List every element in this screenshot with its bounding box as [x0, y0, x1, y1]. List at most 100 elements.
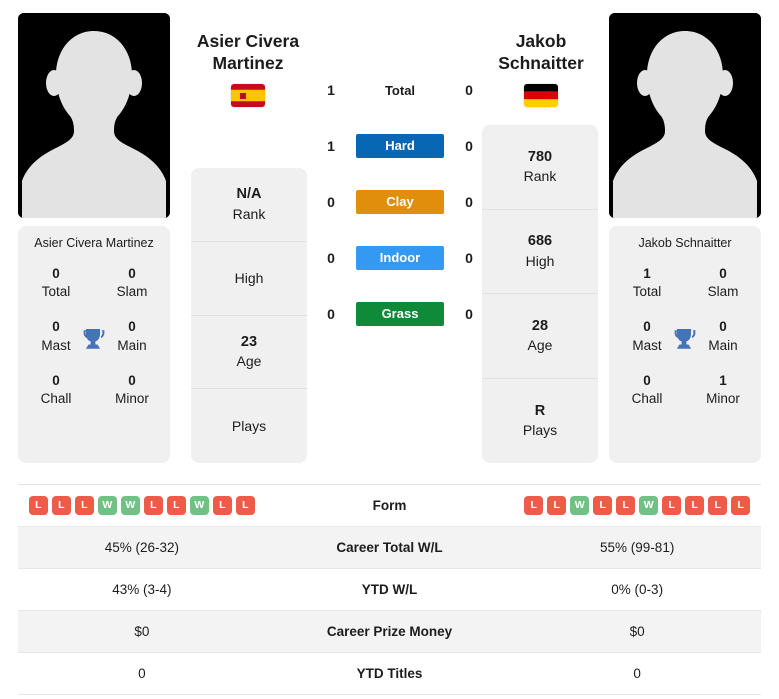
- player-name-right[interactable]: Jakob Schnaitter: [461, 30, 621, 107]
- player-name-left-line1: Asier Civera: [196, 31, 300, 51]
- title-label: Total: [41, 284, 71, 300]
- form-badge-loss[interactable]: L: [593, 496, 613, 515]
- form-badge-loss[interactable]: L: [28, 496, 48, 515]
- info-key: Age: [236, 353, 262, 370]
- player-name-left-line2: Martinez: [212, 53, 284, 74]
- titles-grid-right: 1 Total 0 Slam 0 Mast 0 Main 0 Chall 1 M…: [609, 265, 761, 408]
- table-row-career-total-wl: 45% (26-32) Career Total W/L 55% (99-81): [18, 527, 761, 569]
- player-name-left[interactable]: Asier Civera Martinez: [168, 30, 328, 107]
- info-cell-plays: R Plays: [482, 379, 598, 464]
- table-row-label: Career Total W/L: [336, 540, 443, 555]
- form-badge-loss[interactable]: L: [547, 496, 567, 515]
- form-badge-loss[interactable]: L: [731, 496, 751, 515]
- form-badge-win[interactable]: W: [189, 496, 209, 515]
- table-row-ytd-wl: 43% (3-4) YTD W/L 0% (0-3): [18, 569, 761, 611]
- form-badge-loss[interactable]: L: [616, 496, 636, 515]
- info-key: Rank: [232, 205, 266, 222]
- form-badge-loss[interactable]: L: [143, 496, 163, 515]
- title-value: 0: [719, 266, 727, 281]
- info-value: R: [534, 402, 546, 419]
- form-badge-loss[interactable]: L: [51, 496, 71, 515]
- title-cell-minor: 1 Minor: [685, 372, 761, 408]
- title-label: Slam: [707, 284, 739, 300]
- title-label: Minor: [115, 391, 149, 407]
- h2h-row-hard: 1 Hard 0: [320, 118, 480, 174]
- form-badge-loss[interactable]: L: [212, 496, 232, 515]
- player-card-name-left: Asier Civera Martinez: [34, 236, 154, 250]
- info-value: 686: [527, 233, 553, 250]
- info-key: Age: [527, 337, 553, 354]
- form-badge-win[interactable]: W: [570, 496, 590, 515]
- surface-badge-indoor[interactable]: Indoor: [356, 246, 444, 270]
- table-row-form: LLLWWLLWLL Form LLWLLWLLLL: [18, 485, 761, 527]
- surface-badge-grass[interactable]: Grass: [356, 302, 444, 326]
- title-value: 0: [128, 372, 136, 388]
- form-left: LLLWWLLWLL: [18, 496, 266, 515]
- info-cell-high: 686 High: [482, 210, 598, 294]
- title-label: Minor: [706, 391, 740, 407]
- title-label: Slam: [116, 284, 148, 300]
- table-cell-left: 0: [138, 666, 146, 681]
- titles-grid-left: 0 Total 0 Slam 0 Mast 0 Main 0 Chall 0 M…: [18, 265, 170, 408]
- h2h-right-score: 0: [465, 194, 473, 210]
- trophy-icon: [672, 326, 698, 352]
- title-label: Chall: [631, 391, 663, 407]
- info-cell-age: 28 Age: [482, 294, 598, 379]
- form-badge-win[interactable]: W: [97, 496, 117, 515]
- player-info-card-right: 780 Rank 686 High 28 Age R Plays: [482, 125, 598, 463]
- form-badge-loss[interactable]: L: [685, 496, 705, 515]
- trophy-icon: [81, 326, 107, 352]
- h2h-right-score: 0: [465, 306, 473, 322]
- info-value: 23: [240, 333, 258, 350]
- info-key: Plays: [231, 417, 267, 434]
- table-row-career-prize-money: $0 Career Prize Money $0: [18, 611, 761, 653]
- form-badge-loss[interactable]: L: [235, 496, 255, 515]
- form-badge-win[interactable]: W: [120, 496, 140, 515]
- player-titles-card-left: Asier Civera Martinez 0 Total 0 Slam 0 M…: [18, 226, 170, 463]
- form-badge-loss[interactable]: L: [74, 496, 94, 515]
- table-cell-right: 0: [633, 666, 641, 681]
- h2h-left-score: 0: [327, 306, 335, 322]
- h2h-right-score: 0: [465, 138, 473, 154]
- title-value: 1: [643, 266, 651, 281]
- info-key: High: [525, 252, 555, 269]
- form-right: LLWLLWLLLL: [513, 496, 761, 515]
- h2h-left-score: 0: [327, 250, 335, 266]
- info-cell-rank: N/A Rank: [191, 168, 307, 242]
- title-cell-total: 0 Total: [18, 265, 94, 301]
- table-cell-right: 55% (99-81): [600, 540, 675, 555]
- player-comparison-header: Asier Civera Martinez Jakob Schnaitter 1: [0, 0, 779, 475]
- player-avatar-placeholder-icon: [18, 13, 170, 218]
- table-row-label: Career Prize Money: [326, 624, 453, 639]
- title-cell-slam: 0 Slam: [94, 265, 170, 301]
- title-cell-chall: 0 Chall: [18, 372, 94, 408]
- form-badge-loss[interactable]: L: [708, 496, 728, 515]
- player-name-right-line1: Jakob: [515, 31, 567, 51]
- table-cell-right: $0: [629, 624, 645, 639]
- table-row-label: Form: [372, 498, 407, 513]
- h2h-right-score: 0: [465, 82, 473, 98]
- h2h-row-indoor: 0 Indoor 0: [320, 230, 480, 286]
- surface-badge-hard[interactable]: Hard: [356, 134, 444, 158]
- info-value: 28: [531, 317, 549, 334]
- player-avatar-placeholder-icon: [609, 13, 761, 218]
- form-badge-loss[interactable]: L: [166, 496, 186, 515]
- germany-flag-icon: [524, 83, 558, 107]
- h2h-left-score: 0: [327, 194, 335, 210]
- player-avatar-right: [609, 13, 761, 218]
- info-value: N/A: [236, 186, 262, 203]
- form-strip-left: LLLWWLLWLL: [18, 496, 266, 515]
- title-cell-minor: 0 Minor: [94, 372, 170, 408]
- info-value: 780: [527, 148, 553, 165]
- h2h-row-grass: 0 Grass 0: [320, 286, 480, 342]
- title-value: 0: [52, 266, 60, 281]
- surface-badge-clay[interactable]: Clay: [356, 190, 444, 214]
- form-badge-loss[interactable]: L: [662, 496, 682, 515]
- info-key: High: [234, 269, 264, 286]
- table-row-label: YTD Titles: [356, 666, 423, 681]
- title-label: Total: [632, 284, 662, 300]
- title-value: 1: [719, 372, 727, 388]
- form-badge-win[interactable]: W: [639, 496, 659, 515]
- form-badge-loss[interactable]: L: [524, 496, 544, 515]
- h2h-row-clay: 0 Clay 0: [320, 174, 480, 230]
